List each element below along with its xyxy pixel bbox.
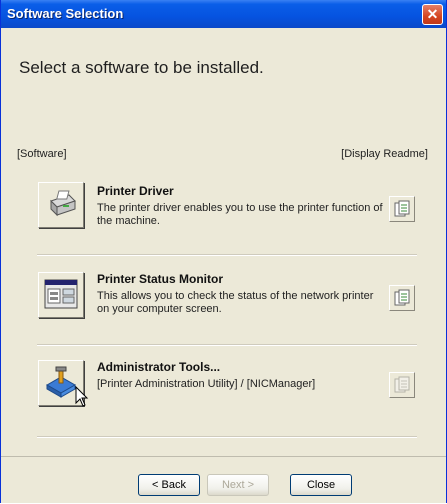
software-column-label: [Software] bbox=[17, 148, 67, 160]
software-panel: [Software] [Display Readme] Printer Driv… bbox=[1, 120, 446, 456]
readme-icon bbox=[394, 289, 410, 306]
readme-icon bbox=[394, 200, 410, 217]
printer-status-monitor-desc: This allows you to check the status of t… bbox=[97, 290, 374, 315]
admin-tools-icon bbox=[45, 366, 77, 398]
title-bar: Software Selection ✕ bbox=[1, 0, 446, 28]
printer-driver-button[interactable] bbox=[38, 182, 84, 228]
window-title: Software Selection bbox=[7, 6, 124, 21]
separator bbox=[37, 344, 417, 346]
separator bbox=[37, 254, 417, 256]
separator bbox=[37, 436, 417, 438]
back-button[interactable]: < Back bbox=[138, 474, 200, 496]
close-button[interactable]: Close bbox=[290, 474, 352, 496]
header-area: Select a software to be installed. bbox=[1, 28, 446, 120]
administrator-tools-title: Administrator Tools... bbox=[97, 360, 221, 374]
printer-icon bbox=[50, 190, 76, 217]
mouse-pointer-icon bbox=[75, 386, 89, 407]
next-button[interactable]: Next > bbox=[207, 474, 269, 496]
page-heading: Select a software to be installed. bbox=[19, 58, 264, 77]
readme-disabled-icon bbox=[394, 376, 410, 393]
printer-status-monitor-button[interactable] bbox=[38, 272, 84, 318]
readme-column-label: [Display Readme] bbox=[341, 148, 428, 160]
administrator-tools-readme-button[interactable] bbox=[389, 372, 415, 398]
software-selection-window: Software Selection ✕ Select a software t… bbox=[0, 0, 447, 503]
close-window-button[interactable]: ✕ bbox=[422, 4, 443, 25]
printer-driver-title: Printer Driver bbox=[97, 184, 174, 198]
status-monitor-icon bbox=[44, 279, 78, 309]
printer-status-monitor-title: Printer Status Monitor bbox=[97, 272, 224, 286]
printer-status-monitor-readme-button[interactable] bbox=[389, 285, 415, 311]
printer-driver-readme-button[interactable] bbox=[389, 196, 415, 222]
button-bar: < Back Next > Close bbox=[1, 456, 446, 503]
printer-driver-desc: The printer driver enables you to use th… bbox=[97, 202, 383, 227]
administrator-tools-desc: [Printer Administration Utility] / [NICM… bbox=[97, 378, 316, 390]
